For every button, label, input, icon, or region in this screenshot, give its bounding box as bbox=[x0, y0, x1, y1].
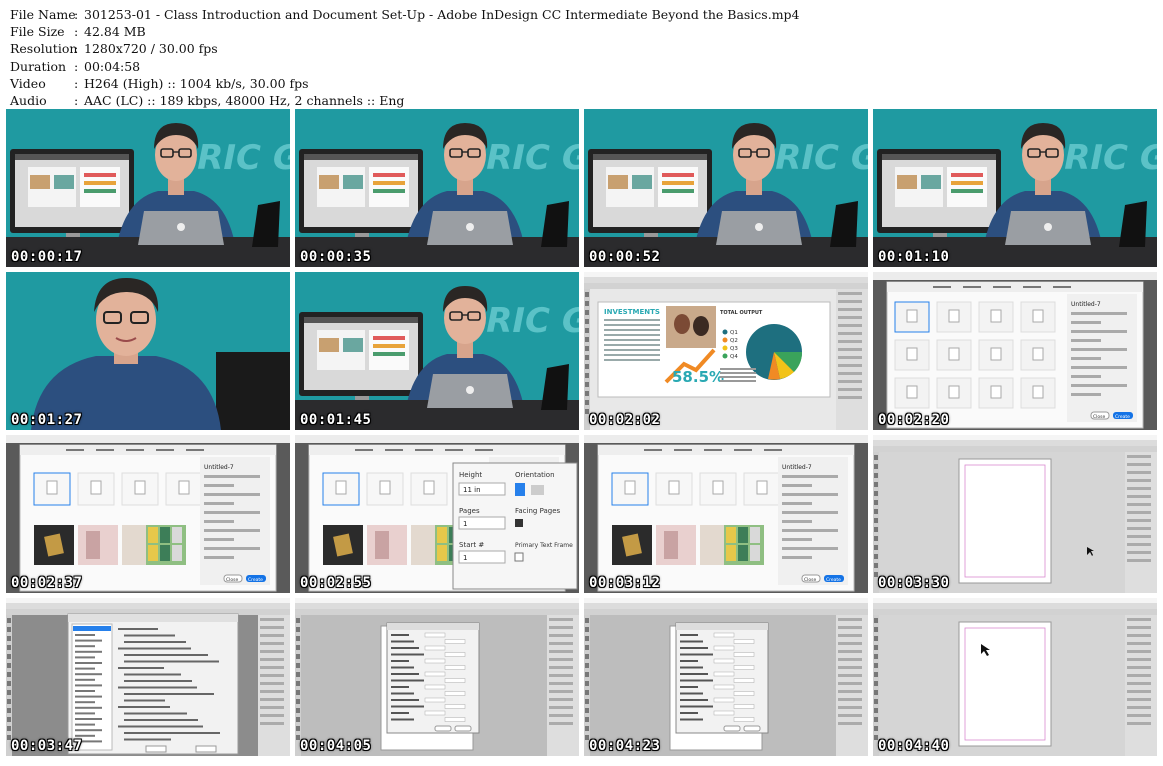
timestamp: 00:02:55 bbox=[300, 575, 372, 591]
info-separator: : bbox=[74, 7, 79, 22]
info-key: Audio bbox=[10, 93, 47, 109]
info-value: 301253-01 - Class Introduction and Docum… bbox=[84, 7, 800, 22]
timestamp: 00:04:05 bbox=[300, 738, 372, 754]
svg-text:1: 1 bbox=[463, 520, 467, 528]
info-separator: : bbox=[74, 93, 79, 109]
info-row: File Name:301253-01 - Class Introduction… bbox=[10, 6, 800, 23]
svg-text:Height: Height bbox=[459, 471, 482, 479]
video-thumbnail[interactable]: INVESTMENTS 58.5% TOTAL OUTPUT Q1 Q2 Q3 Q4 … bbox=[584, 272, 868, 430]
video-thumbnail[interactable]: Untitled-7 Close Create 00:02:20 bbox=[873, 272, 1157, 430]
svg-text:Close: Close bbox=[1093, 414, 1105, 420]
video-thumbnail[interactable]: ERIC GAMET 00:01:10 bbox=[873, 109, 1157, 267]
thumbnail-grid: ERIC GAMET 00:00:17 ERIC GAMET bbox=[6, 109, 1157, 756]
thumbnail-frame: ERIC GAMET bbox=[295, 272, 579, 430]
info-row: Video: H264 (High) :: 1004 kb/s, 30.00 fp… bbox=[10, 75, 800, 92]
timestamp: 00:01:10 bbox=[878, 249, 950, 265]
info-value: H264 (High) :: 1004 kb/s, 30.00 fps bbox=[84, 75, 309, 91]
thumbnail-frame: Untitled-7 Close Create bbox=[873, 272, 1157, 430]
svg-text:Orientation: Orientation bbox=[515, 471, 555, 479]
svg-text:INVESTMENTS: INVESTMENTS bbox=[604, 308, 660, 316]
info-row: Resolution:1280x720 / 30.00 fps bbox=[10, 40, 800, 57]
thumbnail-frame: ERIC GAMET bbox=[6, 109, 290, 267]
svg-text:11 in: 11 in bbox=[463, 486, 481, 494]
info-value: 1280x720 / 30.00 fps bbox=[84, 41, 218, 57]
video-thumbnail[interactable]: 00:03:47 bbox=[6, 598, 290, 756]
thumbnail-frame bbox=[6, 598, 290, 756]
video-thumbnail[interactable]: Untitled-7 Close Create Height 11 in Ori… bbox=[295, 435, 579, 593]
svg-text:Q3: Q3 bbox=[730, 346, 738, 352]
video-thumbnail[interactable]: 00:04:23 bbox=[584, 598, 868, 756]
timestamp: 00:04:40 bbox=[878, 738, 950, 754]
timestamp: 00:00:35 bbox=[300, 249, 372, 265]
video-thumbnail[interactable]: 00:04:40 bbox=[873, 598, 1157, 756]
svg-text:TOTAL OUTPUT: TOTAL OUTPUT bbox=[720, 310, 763, 316]
info-key: File Name bbox=[10, 7, 76, 22]
svg-text:Facing Pages: Facing Pages bbox=[515, 507, 561, 515]
thumbnail-frame bbox=[295, 598, 579, 756]
svg-text:Untitled-7: Untitled-7 bbox=[204, 464, 234, 471]
timestamp: 00:00:17 bbox=[11, 249, 83, 265]
video-thumbnail[interactable]: Untitled-7 Close Create 00:02:37 bbox=[6, 435, 290, 593]
video-thumbnail[interactable]: ERIC GAMET 00:00:35 bbox=[295, 109, 579, 267]
media-info-panel: File Name:301253-01 - Class Introduction… bbox=[10, 6, 800, 109]
video-thumbnail[interactable]: ERIC GAMET 00:01:45 bbox=[295, 272, 579, 430]
timestamp: 00:03:12 bbox=[589, 575, 661, 591]
timestamp: 00:04:23 bbox=[589, 738, 661, 754]
timestamp: 00:03:47 bbox=[11, 738, 83, 754]
info-value: AAC (LC) :: 189 kbps, 48000 Hz, 2 channe… bbox=[84, 93, 405, 109]
svg-text:Create: Create bbox=[1115, 414, 1130, 420]
timestamp: 00:02:02 bbox=[589, 412, 661, 428]
info-separator: : bbox=[74, 58, 79, 74]
svg-text:Pages: Pages bbox=[459, 507, 480, 515]
info-row: Duration:00:04:58 bbox=[10, 58, 800, 75]
info-key: Duration bbox=[10, 58, 67, 74]
svg-text:Close: Close bbox=[226, 577, 238, 583]
svg-text:Q4: Q4 bbox=[730, 354, 738, 360]
info-value: 00:04:58 bbox=[84, 58, 141, 74]
info-row: Audio: AAC (LC) :: 189 kbps, 48000 Hz, 2 … bbox=[10, 92, 800, 109]
thumbnail-frame: ERIC GAMET bbox=[584, 109, 868, 267]
svg-text:58.5%: 58.5% bbox=[672, 368, 724, 386]
svg-text:Q2: Q2 bbox=[730, 338, 738, 344]
svg-text:Untitled-7: Untitled-7 bbox=[782, 464, 812, 471]
video-thumbnail[interactable]: ERIC GAMET 00:00:17 bbox=[6, 109, 290, 267]
video-thumbnail[interactable]: 00:01:27 bbox=[6, 272, 290, 430]
info-separator: : bbox=[74, 41, 79, 57]
info-key: File Size bbox=[10, 24, 65, 40]
svg-text:Close: Close bbox=[804, 577, 816, 583]
info-separator: : bbox=[74, 75, 79, 91]
thumbnail-frame: Untitled-7 Close Create Height 11 in Ori… bbox=[295, 435, 579, 593]
timestamp: 00:00:52 bbox=[589, 249, 661, 265]
video-thumbnail[interactable]: Untitled-7 Close Create 00:03:12 bbox=[584, 435, 868, 593]
thumbnail-frame: INVESTMENTS 58.5% TOTAL OUTPUT Q1 Q2 Q3 Q4 bbox=[584, 272, 868, 430]
thumbnail-frame: Untitled-7 Close Create bbox=[6, 435, 290, 593]
timestamp: 00:02:37 bbox=[11, 575, 83, 591]
timestamp: 00:01:45 bbox=[300, 412, 372, 428]
video-thumbnail[interactable]: ERIC GAMET 00:00:52 bbox=[584, 109, 868, 267]
video-thumbnail[interactable]: 00:04:05 bbox=[295, 598, 579, 756]
svg-text:Create: Create bbox=[248, 577, 263, 583]
svg-text:1: 1 bbox=[463, 554, 467, 562]
svg-text:Start #: Start # bbox=[459, 541, 484, 549]
svg-text:Create: Create bbox=[826, 577, 841, 583]
info-key: Resolution bbox=[10, 41, 78, 57]
info-row: File Size:42.84 MB bbox=[10, 23, 800, 40]
thumbnail-frame: Untitled-7 Close Create bbox=[584, 435, 868, 593]
thumbnail-frame bbox=[873, 435, 1157, 593]
thumbnail-frame bbox=[873, 598, 1157, 756]
info-value: 42.84 MB bbox=[84, 24, 146, 40]
thumbnail-frame bbox=[584, 598, 868, 756]
svg-text:Primary Text Frame: Primary Text Frame bbox=[515, 542, 573, 549]
timestamp: 00:02:20 bbox=[878, 412, 950, 428]
video-thumbnail[interactable]: 00:03:30 bbox=[873, 435, 1157, 593]
svg-text:Untitled-7: Untitled-7 bbox=[1071, 301, 1101, 308]
thumbnail-frame: ERIC GAMET bbox=[873, 109, 1157, 267]
timestamp: 00:03:30 bbox=[878, 575, 950, 591]
info-separator: : bbox=[74, 24, 79, 40]
svg-text:Q1: Q1 bbox=[730, 330, 738, 336]
thumbnail-frame bbox=[6, 272, 290, 430]
timestamp: 00:01:27 bbox=[11, 412, 83, 428]
info-key: Video bbox=[10, 75, 46, 91]
thumbnail-frame: ERIC GAMET bbox=[295, 109, 579, 267]
